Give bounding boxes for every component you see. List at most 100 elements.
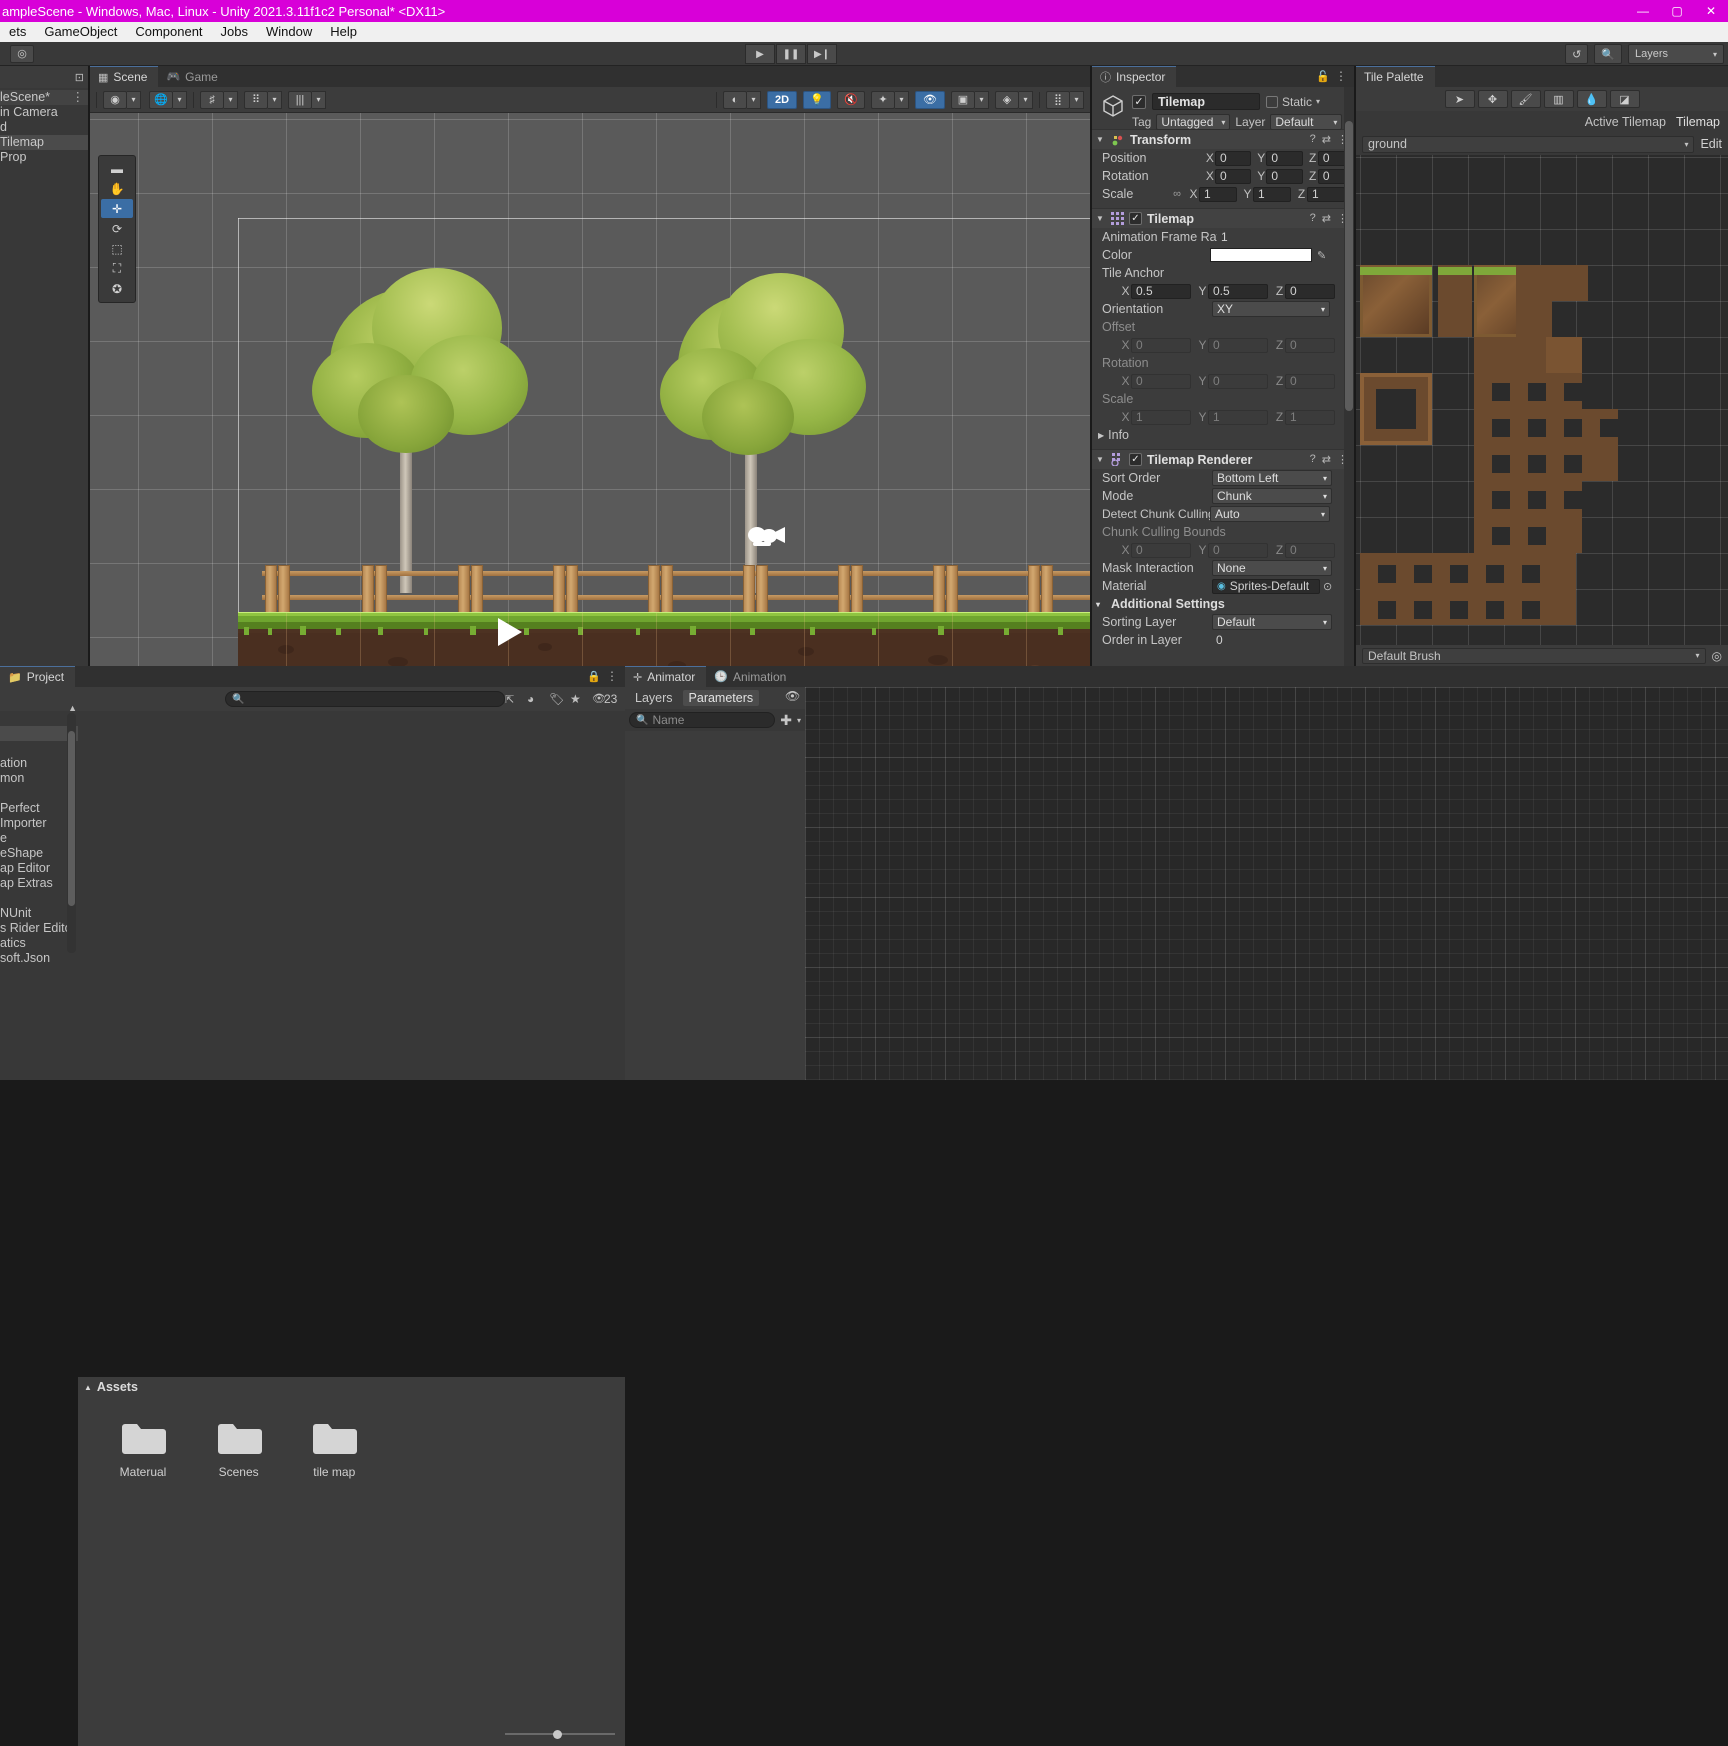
palette-brush-tool[interactable]: 🖌 bbox=[1510, 90, 1541, 108]
scale-z-field[interactable]: 1 bbox=[1307, 186, 1345, 202]
draw-mode-caret-icon[interactable]: ▾ bbox=[127, 90, 141, 109]
minimize-button[interactable]: — bbox=[1626, 0, 1660, 22]
project-tree-row[interactable]: soft.Json bbox=[0, 951, 78, 966]
palette-tile-grid[interactable] bbox=[1356, 155, 1728, 645]
account-icon[interactable]: ◎ bbox=[10, 44, 34, 63]
shading-sphere-caret-icon[interactable]: ▾ bbox=[747, 90, 761, 109]
camera-settings-caret-icon[interactable]: ▾ bbox=[975, 90, 989, 109]
animator-tab-parameters[interactable]: Parameters bbox=[682, 690, 760, 706]
add-parameter-caret-icon[interactable]: ▾ bbox=[797, 716, 801, 725]
animation-frame-rate-field[interactable]: 1 bbox=[1217, 230, 1337, 245]
tile-anchor-y-field[interactable]: 0.5 bbox=[1208, 283, 1268, 299]
filter-label-icon[interactable]: 🏷 bbox=[549, 692, 564, 706]
hierarchy-item-grid[interactable]: d bbox=[0, 120, 88, 135]
brush-dropdown[interactable]: Default Brush ▾ bbox=[1362, 647, 1706, 664]
project-content-area[interactable]: ▲ Assets Materual Scenes tile map bbox=[78, 1377, 625, 1746]
position-y-field[interactable]: 0 bbox=[1266, 150, 1303, 166]
scale-link-icon[interactable]: ∞ bbox=[1166, 188, 1188, 200]
active-tilemap-value[interactable]: Tilemap bbox=[1676, 115, 1720, 129]
tilemap-renderer-enabled-checkbox[interactable]: ✓ bbox=[1129, 453, 1142, 466]
menu-item-jobs[interactable]: Jobs bbox=[212, 22, 257, 42]
add-parameter-icon[interactable]: ✚ bbox=[780, 712, 792, 729]
hierarchy-item-prop[interactable]: Prop bbox=[0, 150, 88, 165]
lock-icon[interactable]: 🔒 bbox=[587, 670, 601, 683]
grid-snap-caret-icon[interactable]: ▾ bbox=[312, 90, 326, 109]
static-checkbox[interactable] bbox=[1266, 95, 1278, 108]
animator-tab-layers[interactable]: Layers bbox=[629, 690, 679, 706]
lock-icon[interactable]: 🔓 bbox=[1316, 70, 1330, 83]
collapse-triangle-icon[interactable]: ▾ bbox=[1096, 600, 1106, 609]
help-icon[interactable]: ? bbox=[1310, 212, 1316, 225]
info-foldout-row[interactable]: ▶ Info bbox=[1092, 426, 1354, 444]
tile-anchor-x-field[interactable]: 0.5 bbox=[1131, 283, 1191, 299]
toggle-2d-button[interactable]: 2D bbox=[767, 90, 797, 109]
parameter-name-input[interactable]: 🔍 Name bbox=[629, 712, 776, 728]
rect-tool-button[interactable]: ⛶ bbox=[101, 259, 133, 278]
scale-y-field[interactable]: 1 bbox=[1253, 186, 1291, 202]
additional-settings-header[interactable]: ▾ Additional Settings bbox=[1092, 595, 1354, 613]
fx-toggle-button[interactable]: ✦ bbox=[871, 90, 895, 109]
menu-item-help[interactable]: Help bbox=[321, 22, 366, 42]
component-header-transform[interactable]: ▼ Transform ? ⇄ ⋮ bbox=[1092, 129, 1354, 149]
color-swatch[interactable] bbox=[1210, 248, 1312, 262]
eye-icon[interactable]: 👁 bbox=[785, 689, 800, 703]
orientation-dropdown[interactable]: XY ▾ bbox=[1212, 301, 1330, 317]
project-tree-scroll-thumb[interactable] bbox=[68, 731, 75, 906]
sorting-layer-dropdown[interactable]: Default ▾ bbox=[1212, 614, 1332, 630]
open-in-new-window-icon[interactable]: ⇱ bbox=[505, 693, 514, 706]
draw-mode-button[interactable]: ◉ bbox=[103, 90, 127, 109]
detect-chunk-culling-dropdown[interactable]: Auto ▾ bbox=[1210, 506, 1330, 522]
zoom-slider-knob[interactable] bbox=[553, 1730, 562, 1739]
shading-sphere-button[interactable]: ◐ bbox=[723, 90, 747, 109]
sort-order-dropdown[interactable]: Bottom Left ▾ bbox=[1212, 470, 1332, 486]
palette-eraser-tool[interactable]: ◪ bbox=[1609, 90, 1640, 108]
undo-history-icon[interactable]: ↺ bbox=[1565, 44, 1589, 64]
search-icon[interactable]: 🔍 bbox=[1594, 44, 1622, 64]
shading-mode-button[interactable]: 🌐 bbox=[149, 90, 173, 109]
inspector-scrollbar[interactable] bbox=[1344, 87, 1354, 666]
order-in-layer-field[interactable]: 0 bbox=[1212, 633, 1332, 648]
collapse-triangle-icon[interactable]: ▼ bbox=[1096, 455, 1106, 464]
collapse-triangle-icon[interactable]: ▼ bbox=[1096, 214, 1106, 223]
palette-edit-button[interactable]: Edit bbox=[1700, 137, 1722, 151]
scale-tool-button[interactable]: ⬚ bbox=[101, 239, 133, 258]
palette-move-tool[interactable]: ✥ bbox=[1477, 90, 1508, 108]
scene-visibility-caret-icon[interactable]: ▾ bbox=[1070, 90, 1084, 109]
palette-box-fill-tool[interactable]: ▥ bbox=[1543, 90, 1574, 108]
transform-tool-button[interactable]: ✪ bbox=[101, 279, 133, 298]
scroll-up-arrow-icon[interactable]: ▲ bbox=[68, 703, 77, 713]
layer-dropdown[interactable]: Default ▾ bbox=[1270, 114, 1343, 130]
eyedropper-icon[interactable]: ✎ bbox=[1317, 249, 1326, 262]
material-object-field[interactable]: ◉ Sprites-Default bbox=[1212, 578, 1320, 594]
tab-animation[interactable]: 🕒 Animation bbox=[706, 666, 798, 687]
preset-icon[interactable]: ⇄ bbox=[1322, 133, 1331, 146]
menu-item-window[interactable]: Window bbox=[257, 22, 321, 42]
inspector-menu-icon[interactable]: ⋮ bbox=[1335, 69, 1347, 83]
project-folder-tree[interactable]: ation mon Perfect Importer e eShape ap E… bbox=[0, 703, 78, 1080]
asset-item[interactable]: Materual bbox=[106, 1421, 180, 1479]
asset-item[interactable]: Scenes bbox=[202, 1421, 276, 1479]
hierarchy-item-scene[interactable]: leScene* ⋮ bbox=[0, 90, 88, 105]
tag-dropdown[interactable]: Untagged ▾ bbox=[1156, 114, 1231, 130]
gameobject-enabled-checkbox[interactable]: ✓ bbox=[1132, 94, 1146, 109]
inspector-scroll-thumb[interactable] bbox=[1345, 121, 1353, 411]
collapse-triangle-icon[interactable]: ▼ bbox=[1096, 135, 1106, 144]
scene-viewport[interactable]: ▬ ✋ ✛ ⟳ ⬚ ⛶ ✪ bbox=[90, 113, 1090, 666]
grid-axis-button[interactable]: ♯ bbox=[200, 90, 224, 109]
grid-axis-caret-icon[interactable]: ▾ bbox=[224, 90, 238, 109]
tilemap-enabled-checkbox[interactable]: ✓ bbox=[1129, 212, 1142, 225]
favorites-icon[interactable]: ★ bbox=[570, 692, 581, 706]
layers-dropdown[interactable]: Layers ▾ bbox=[1628, 44, 1724, 64]
step-button[interactable]: ▶❙ bbox=[807, 44, 837, 64]
shading-mode-caret-icon[interactable]: ▾ bbox=[173, 90, 187, 109]
tab-game[interactable]: 🎮 Game bbox=[158, 66, 229, 87]
search-input[interactable]: 🔍 bbox=[225, 691, 505, 707]
help-icon[interactable]: ? bbox=[1310, 133, 1316, 146]
menu-item-assets[interactable]: ets bbox=[0, 22, 35, 42]
tab-tile-palette[interactable]: Tile Palette bbox=[1356, 66, 1435, 87]
filter-type-icon[interactable]: ◕ bbox=[527, 692, 534, 706]
fx-caret-icon[interactable]: ▾ bbox=[895, 90, 909, 109]
project-menu-icon[interactable]: ⋮ bbox=[606, 669, 618, 683]
component-header-tilemap-renderer[interactable]: ▼ ✓ Tilemap Renderer ? ⇄ ⋮ bbox=[1092, 449, 1354, 469]
grid-visibility-button[interactable]: ⠿ bbox=[244, 90, 268, 109]
